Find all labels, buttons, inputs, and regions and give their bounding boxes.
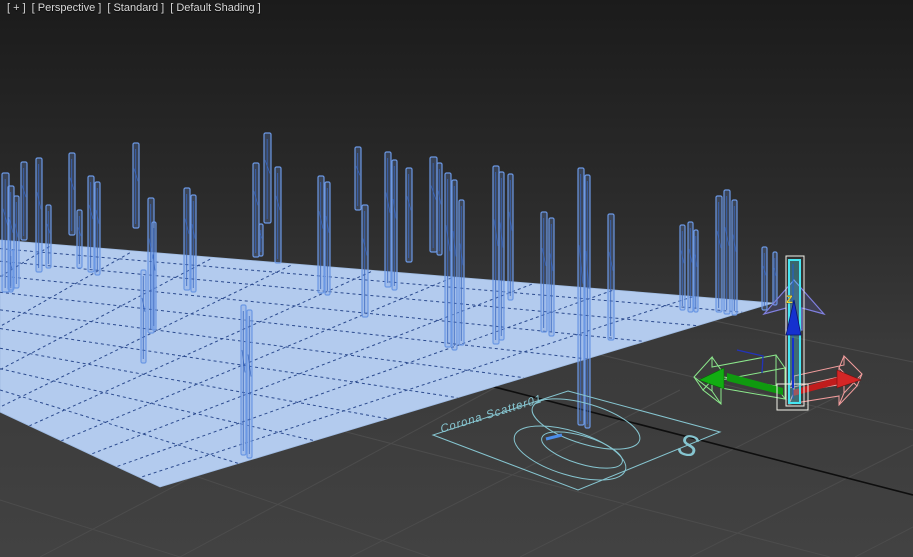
blade-object[interactable]: [8, 249, 14, 293]
viewport-label-bar: [ + ] [ Perspective ] [ Standard ] [ Def…: [7, 2, 261, 14]
blade-object[interactable]: [693, 229, 699, 313]
blade-object[interactable]: [258, 223, 264, 257]
blade-object[interactable]: [87, 175, 95, 273]
blade-object[interactable]: [45, 204, 52, 269]
blade-object[interactable]: [607, 213, 615, 341]
blade-object[interactable]: [492, 165, 500, 345]
blade-object[interactable]: [354, 146, 362, 211]
blade-object[interactable]: [35, 157, 43, 273]
blade-object[interactable]: [252, 162, 260, 258]
blade-object[interactable]: [405, 167, 413, 263]
scene-svg: SCorona Scatter01Z: [0, 0, 913, 557]
blade-object[interactable]: [132, 142, 140, 229]
blade-object[interactable]: [429, 156, 438, 253]
blade-object[interactable]: [548, 217, 555, 337]
blade-object[interactable]: [731, 199, 738, 316]
max-viewport: S Corona Scatter01 Z [ + ] [ Perspective ]…: [0, 0, 913, 557]
blade-object[interactable]: [584, 174, 591, 429]
blade-object[interactable]: [68, 152, 76, 236]
blade-object[interactable]: [274, 166, 282, 264]
blade-object[interactable]: [140, 269, 147, 364]
blade-object[interactable]: [498, 171, 505, 341]
blade-object[interactable]: [246, 309, 253, 459]
blade-object[interactable]: [183, 187, 191, 291]
viewport-menu-shading[interactable]: [ Default Shading ]: [170, 2, 261, 14]
blade-object[interactable]: [317, 175, 325, 294]
blade-object[interactable]: [324, 181, 331, 296]
blade-object[interactable]: [451, 179, 458, 351]
blade-object[interactable]: [715, 195, 723, 313]
viewport-menu-renderer[interactable]: [ Standard ]: [107, 2, 164, 14]
blade-object[interactable]: [679, 224, 686, 311]
blade-object[interactable]: [444, 172, 452, 348]
blade-object[interactable]: [263, 132, 272, 224]
blade-object[interactable]: [13, 195, 20, 289]
blade-object[interactable]: [687, 221, 694, 313]
blade-object[interactable]: [190, 194, 197, 293]
blade-object[interactable]: [723, 189, 731, 315]
blade-object[interactable]: [458, 199, 465, 346]
blade-object[interactable]: [540, 211, 548, 333]
blade-object[interactable]: [20, 161, 28, 241]
gizmo-z-label: Z: [786, 294, 793, 306]
blade-object[interactable]: [577, 167, 585, 426]
blade-object[interactable]: [507, 173, 514, 301]
blade-object[interactable]: [772, 251, 778, 306]
blade-object[interactable]: [151, 221, 157, 331]
blade-object[interactable]: [361, 204, 369, 318]
viewport-menu-pov[interactable]: [ Perspective ]: [32, 2, 102, 14]
blade-object[interactable]: [436, 162, 443, 256]
blade-object[interactable]: [391, 159, 398, 291]
blade-object[interactable]: [761, 246, 768, 311]
blade-object[interactable]: [76, 209, 83, 269]
blade-object[interactable]: [94, 181, 101, 276]
blade-object[interactable]: [384, 151, 392, 288]
blade-object[interactable]: [240, 304, 247, 456]
viewport-menu-general[interactable]: [ + ]: [7, 2, 26, 14]
